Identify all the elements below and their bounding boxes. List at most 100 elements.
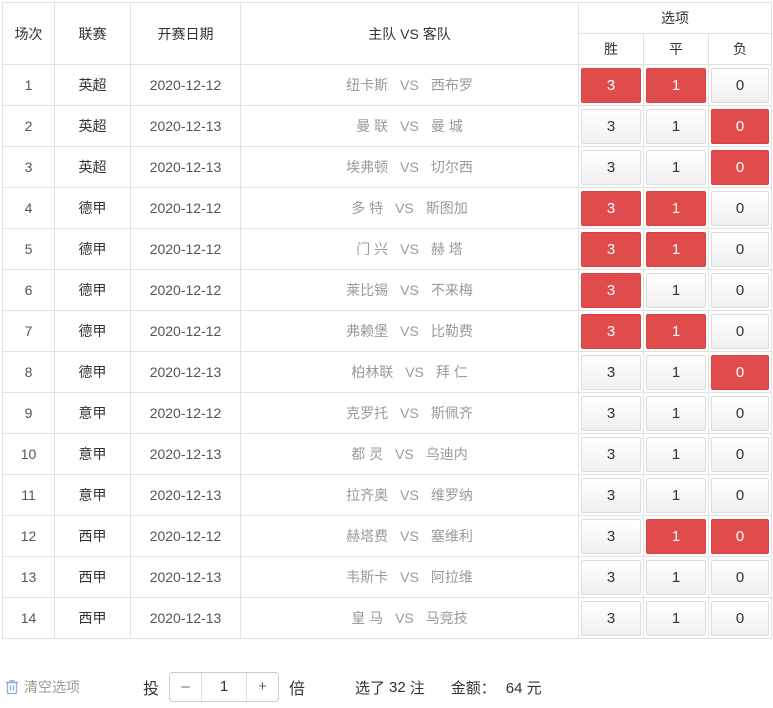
draw-option-button[interactable]: 1 (646, 437, 706, 472)
lose-option-button[interactable]: 0 (711, 355, 769, 390)
win-option-button[interactable]: 3 (581, 519, 641, 554)
stepper-minus-button[interactable]: – (170, 673, 201, 701)
lose-option-cell: 0 (709, 598, 772, 639)
win-option-button[interactable]: 3 (581, 478, 641, 513)
lose-option-button[interactable]: 0 (711, 150, 769, 185)
draw-option-cell: 1 (644, 393, 709, 434)
draw-option-button[interactable]: 1 (646, 478, 706, 513)
draw-option-cell: 1 (644, 516, 709, 557)
draw-option-button[interactable]: 1 (646, 232, 706, 267)
draw-option-button[interactable]: 1 (646, 519, 706, 554)
match-number: 6 (3, 270, 55, 311)
vs-label: VS (400, 487, 419, 503)
away-team: 乌迪内 (426, 446, 468, 462)
win-option-button[interactable]: 3 (581, 109, 641, 144)
win-option-cell: 3 (579, 475, 644, 516)
draw-option-button[interactable]: 1 (646, 601, 706, 636)
table-row: 6 德甲 2020-12-12 莱比锡VS不来梅 3 1 0 (3, 270, 772, 311)
lose-option-button[interactable]: 0 (711, 232, 769, 267)
lose-option-cell: 0 (709, 434, 772, 475)
home-team: 柏林联 (351, 364, 393, 380)
win-option-button[interactable]: 3 (581, 232, 641, 267)
draw-option-button[interactable]: 1 (646, 560, 706, 595)
stepper-plus-button[interactable]: + (247, 673, 278, 701)
league-name: 德甲 (55, 352, 131, 393)
match-number: 12 (3, 516, 55, 557)
lose-option-button[interactable]: 0 (711, 396, 769, 431)
vs-label: VS (405, 364, 424, 380)
amount-label: 金额： (451, 677, 496, 698)
away-team: 西布罗 (431, 77, 473, 93)
selected-count: 32 (389, 679, 406, 696)
teams-cell: 柏林联VS拜 仁 (241, 352, 579, 393)
win-option-cell: 3 (579, 106, 644, 147)
teams-cell: 皇 马VS马竞技 (241, 598, 579, 639)
teams-cell: 埃弗顿VS切尔西 (241, 147, 579, 188)
teams-cell: 韦斯卡VS阿拉维 (241, 557, 579, 598)
league-name: 德甲 (55, 311, 131, 352)
lose-option-button[interactable]: 0 (711, 109, 769, 144)
table-row: 5 德甲 2020-12-12 门 兴VS赫 塔 3 1 0 (3, 229, 772, 270)
lose-option-button[interactable]: 0 (711, 273, 769, 308)
draw-option-button[interactable]: 1 (646, 68, 706, 103)
vs-label: VS (400, 77, 419, 93)
win-option-button[interactable]: 3 (581, 68, 641, 103)
draw-option-button[interactable]: 1 (646, 314, 706, 349)
win-option-button[interactable]: 3 (581, 314, 641, 349)
match-date: 2020-12-12 (131, 393, 241, 434)
table-row: 1 英超 2020-12-12 纽卡斯VS西布罗 3 1 0 (3, 65, 772, 106)
win-option-button[interactable]: 3 (581, 437, 641, 472)
league-name: 意甲 (55, 393, 131, 434)
lose-option-button[interactable]: 0 (711, 478, 769, 513)
win-option-cell: 3 (579, 557, 644, 598)
match-number: 13 (3, 557, 55, 598)
lose-option-button[interactable]: 0 (711, 437, 769, 472)
lose-option-button[interactable]: 0 (711, 314, 769, 349)
win-option-cell: 3 (579, 393, 644, 434)
match-date: 2020-12-12 (131, 65, 241, 106)
stepper-value-input[interactable]: 1 (201, 673, 247, 701)
match-date: 2020-12-13 (131, 106, 241, 147)
draw-option-button[interactable]: 1 (646, 273, 706, 308)
teams-cell: 多 特VS斯图加 (241, 188, 579, 229)
table-row: 7 德甲 2020-12-12 弗赖堡VS比勒费 3 1 0 (3, 311, 772, 352)
win-option-cell: 3 (579, 65, 644, 106)
vs-label: VS (395, 610, 414, 626)
win-option-button[interactable]: 3 (581, 601, 641, 636)
draw-option-button[interactable]: 1 (646, 150, 706, 185)
draw-option-cell: 1 (644, 65, 709, 106)
lose-option-button[interactable]: 0 (711, 519, 769, 554)
teams-cell: 赫塔费VS塞维利 (241, 516, 579, 557)
home-team: 赫塔费 (346, 528, 388, 544)
win-option-button[interactable]: 3 (581, 191, 641, 226)
match-number: 8 (3, 352, 55, 393)
match-number: 14 (3, 598, 55, 639)
win-option-button[interactable]: 3 (581, 355, 641, 390)
lose-option-button[interactable]: 0 (711, 601, 769, 636)
draw-option-button[interactable]: 1 (646, 355, 706, 390)
lose-option-cell: 0 (709, 393, 772, 434)
lose-option-button[interactable]: 0 (711, 560, 769, 595)
win-option-button[interactable]: 3 (581, 396, 641, 431)
win-option-button[interactable]: 3 (581, 150, 641, 185)
draw-option-button[interactable]: 1 (646, 191, 706, 226)
win-option-button[interactable]: 3 (581, 273, 641, 308)
league-name: 英超 (55, 106, 131, 147)
match-number: 9 (3, 393, 55, 434)
lose-option-button[interactable]: 0 (711, 68, 769, 103)
vs-label: VS (400, 159, 419, 175)
league-name: 英超 (55, 147, 131, 188)
league-name: 英超 (55, 65, 131, 106)
draw-option-button[interactable]: 1 (646, 109, 706, 144)
vs-label: VS (400, 569, 419, 585)
multiplier-stepper: – 1 + (169, 672, 279, 702)
selected-prefix-label: 选了 (355, 677, 385, 698)
win-option-button[interactable]: 3 (581, 560, 641, 595)
clear-options-button[interactable]: 清空选项 (2, 677, 143, 697)
win-option-cell: 3 (579, 352, 644, 393)
lose-option-button[interactable]: 0 (711, 191, 769, 226)
draw-option-button[interactable]: 1 (646, 396, 706, 431)
win-option-cell: 3 (579, 188, 644, 229)
header-options: 选项 (579, 3, 772, 34)
draw-option-cell: 1 (644, 598, 709, 639)
